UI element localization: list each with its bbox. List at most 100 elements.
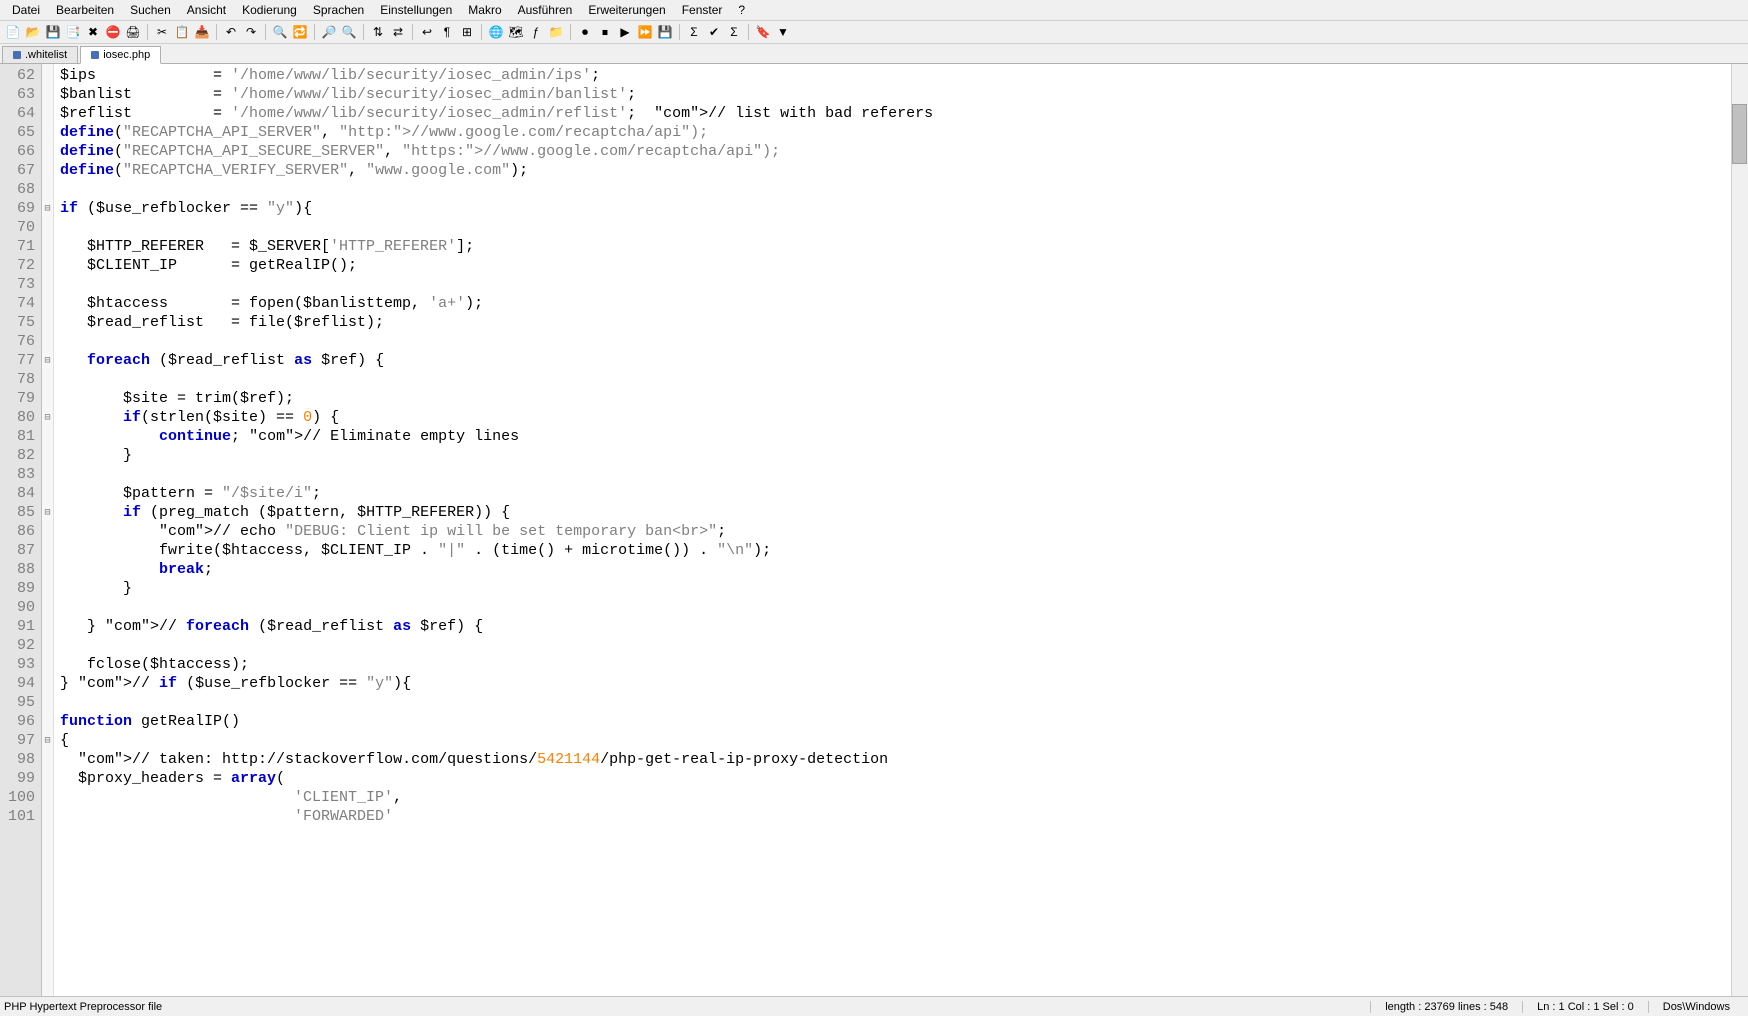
code-line[interactable]: continue; "com">// Eliminate empty lines [60,427,1725,446]
code-line[interactable]: 'CLIENT_IP', [60,788,1725,807]
code-line[interactable]: function getRealIP() [60,712,1725,731]
wrap-icon[interactable]: ↩ [418,23,436,41]
code-line[interactable]: $banlist = '/home/www/lib/security/iosec… [60,85,1725,104]
code-line[interactable]: define("RECAPTCHA_API_SERVER", "http:">/… [60,123,1725,142]
undo-icon[interactable]: ↶ [222,23,240,41]
doc-map-icon[interactable]: 🗺 [507,23,525,41]
redo-icon[interactable]: ↷ [242,23,260,41]
menu-ansicht[interactable]: Ansicht [179,1,234,19]
code-line[interactable]: } "com">// if ($use_refblocker == "y"){ [60,674,1725,693]
paste-icon[interactable]: 📥 [193,23,211,41]
code-line[interactable] [60,180,1725,199]
stop-icon[interactable]: ⏹ [596,23,614,41]
menu-einstellungen[interactable]: Einstellungen [372,1,460,19]
save-macro-icon[interactable]: 💾 [656,23,674,41]
menu-datei[interactable]: Datei [4,1,48,19]
code-line[interactable]: } [60,446,1725,465]
code-line[interactable]: break; [60,560,1725,579]
code-line[interactable] [60,636,1725,655]
print-icon[interactable]: 🖨 [124,23,142,41]
sync-v-icon[interactable]: ⇅ [369,23,387,41]
indent-guide-icon[interactable]: ⊞ [458,23,476,41]
code-line[interactable]: fwrite($htaccess, $CLIENT_IP . "|" . (ti… [60,541,1725,560]
code-line[interactable]: if (preg_match ($pattern, $HTTP_REFERER)… [60,503,1725,522]
close-icon[interactable]: ✖ [84,23,102,41]
menu-suchen[interactable]: Suchen [122,1,179,19]
toolbar-separator [265,24,266,40]
zoom-in-icon[interactable]: 🔎 [320,23,338,41]
sync-h-icon[interactable]: ⇄ [389,23,407,41]
menu-bearbeiten[interactable]: Bearbeiten [48,1,122,19]
folder-icon[interactable]: 📁 [547,23,565,41]
code-line[interactable] [60,598,1725,617]
code-line[interactable]: define("RECAPTCHA_API_SECURE_SERVER", "h… [60,142,1725,161]
cut-icon[interactable]: ✂ [153,23,171,41]
code-line[interactable]: fclose($htaccess); [60,655,1725,674]
func-list-icon[interactable]: ƒ [527,23,545,41]
save-all-icon[interactable]: 📑 [64,23,82,41]
code-line[interactable]: $site = trim($ref); [60,389,1725,408]
code-line[interactable] [60,275,1725,294]
spell-icon[interactable]: ✔ [705,23,723,41]
code-line[interactable]: foreach ($read_reflist as $ref) { [60,351,1725,370]
code-line[interactable]: { [60,731,1725,750]
close-all-icon[interactable]: ⛔ [104,23,122,41]
code-line[interactable] [60,370,1725,389]
code-line[interactable]: $reflist = '/home/www/lib/security/iosec… [60,104,1725,123]
menu-ausführen[interactable]: Ausführen [510,1,581,19]
new-icon[interactable]: 📄 [4,23,22,41]
code-line[interactable]: $htaccess = fopen($banlisttemp, 'a+'); [60,294,1725,313]
all-chars-icon[interactable]: ¶ [438,23,456,41]
copy-icon[interactable]: 📋 [173,23,191,41]
fold-marker[interactable]: ⊟ [42,731,53,750]
play-icon[interactable]: ▶ [616,23,634,41]
code-line[interactable]: $ips = '/home/www/lib/security/iosec_adm… [60,66,1725,85]
code-line[interactable] [60,332,1725,351]
replace-icon[interactable]: 🔁 [291,23,309,41]
zoom-out-icon[interactable]: 🔍 [340,23,358,41]
fold-marker[interactable]: ⊟ [42,351,53,370]
code-line[interactable]: 'FORWARDED' [60,807,1725,826]
code-line[interactable]: define("RECAPTCHA_VERIFY_SERVER", "www.g… [60,161,1725,180]
vertical-scrollbar[interactable] [1731,64,1748,996]
menu-fenster[interactable]: Fenster [674,1,731,19]
menu-sprachen[interactable]: Sprachen [305,1,372,19]
code-line[interactable]: $read_reflist = file($reflist); [60,313,1725,332]
code-line[interactable]: $HTTP_REFERER = $_SERVER['HTTP_REFERER']… [60,237,1725,256]
play-multi-icon[interactable]: ⏩ [636,23,654,41]
menu-erweiterungen[interactable]: Erweiterungen [580,1,673,19]
code-line[interactable]: } "com">// foreach ($read_reflist as $re… [60,617,1725,636]
code-content[interactable]: $ips = '/home/www/lib/security/iosec_adm… [54,64,1731,996]
menu-kodierung[interactable]: Kodierung [234,1,305,19]
code-line[interactable]: "com">// echo "DEBUG: Client ip will be … [60,522,1725,541]
fold-marker[interactable]: ⊟ [42,199,53,218]
find-icon[interactable]: 🔍 [271,23,289,41]
code-line[interactable]: "com">// taken: http://stackoverflow.com… [60,750,1725,769]
next-bm-icon[interactable]: ▼ [774,23,792,41]
code-line[interactable]: if(strlen($site) == 0) { [60,408,1725,427]
open-icon[interactable]: 📂 [24,23,42,41]
code-line[interactable] [60,465,1725,484]
bookmark-icon[interactable]: 🔖 [754,23,772,41]
code-line[interactable] [60,693,1725,712]
fold-marker [42,636,53,655]
tab-iosec-php[interactable]: iosec.php [80,46,161,64]
tab--whitelist[interactable]: .whitelist [2,46,78,63]
code-line[interactable]: if ($use_refblocker == "y"){ [60,199,1725,218]
record-icon[interactable]: ⏺ [576,23,594,41]
scrollbar-thumb[interactable] [1732,104,1747,164]
fold-marker[interactable]: ⊟ [42,503,53,522]
save-icon[interactable]: 💾 [44,23,62,41]
sigma-icon[interactable]: Σ [685,23,703,41]
code-line[interactable]: $proxy_headers = array( [60,769,1725,788]
code-line[interactable] [60,218,1725,237]
code-line[interactable]: $CLIENT_IP = getRealIP(); [60,256,1725,275]
menu-?[interactable]: ? [730,1,753,19]
fold-marker [42,389,53,408]
code-line[interactable]: $pattern = "/$site/i"; [60,484,1725,503]
lang-icon[interactable]: 🌐 [487,23,505,41]
code-line[interactable]: } [60,579,1725,598]
menu-makro[interactable]: Makro [460,1,509,19]
sigma2-icon[interactable]: Σ [725,23,743,41]
fold-marker[interactable]: ⊟ [42,408,53,427]
